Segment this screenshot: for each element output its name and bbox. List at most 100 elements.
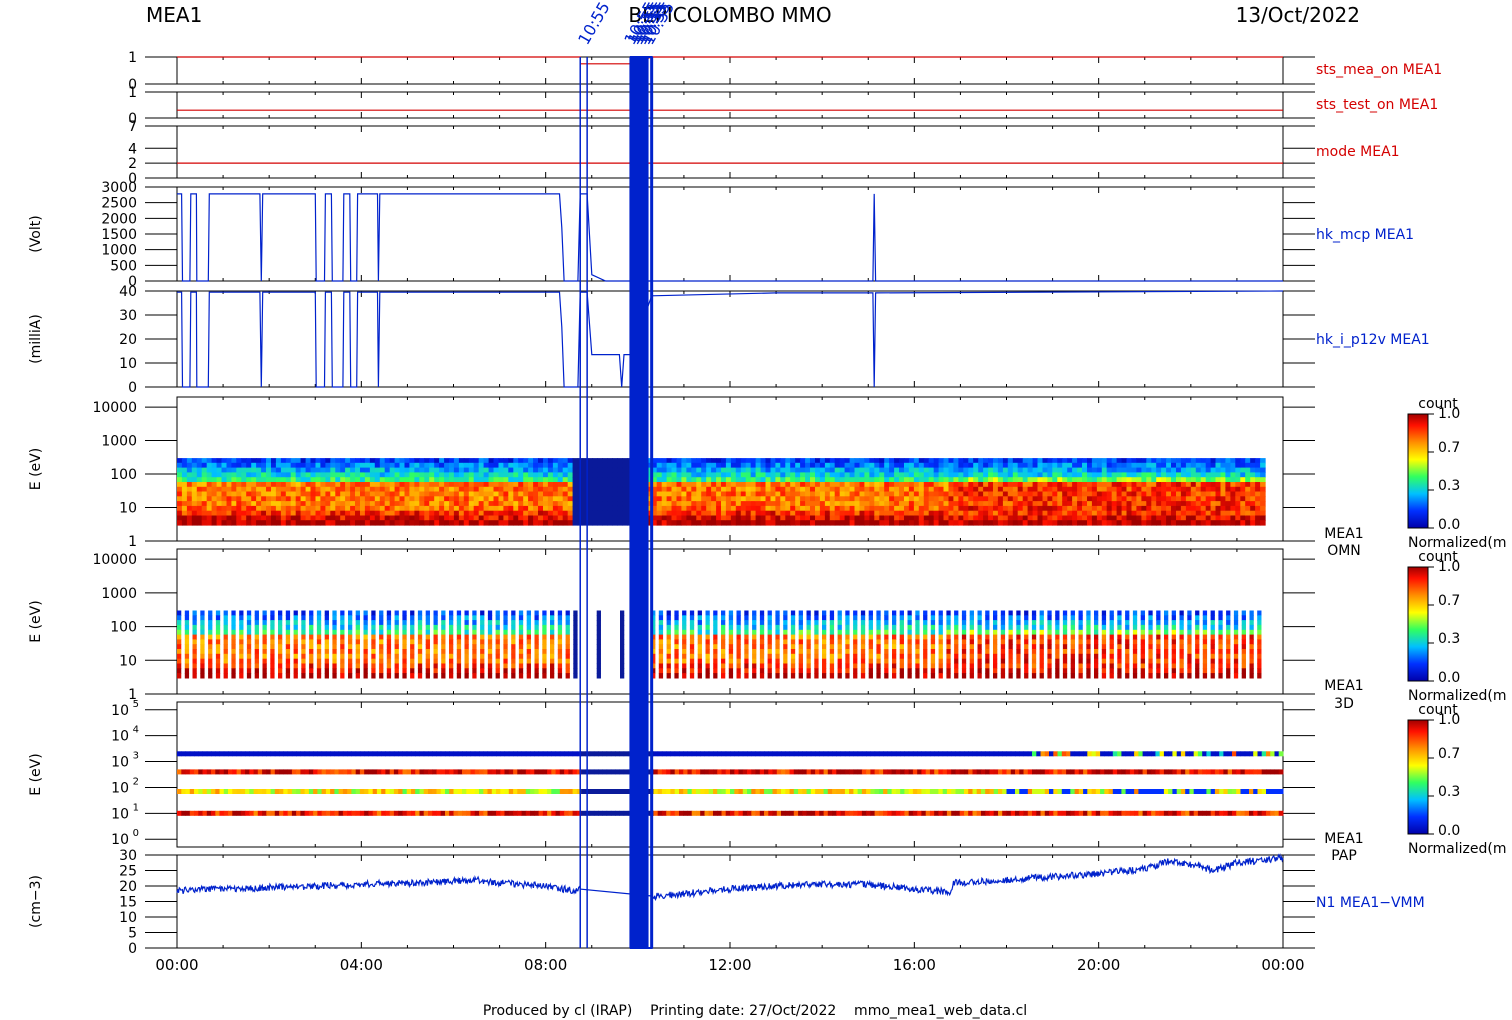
heatmap-cell <box>394 510 401 517</box>
heatmap-cell <box>755 482 762 488</box>
heatmap-cell <box>419 472 425 478</box>
heatmap-cell <box>386 663 392 669</box>
heatmap-cell <box>706 496 712 502</box>
heatmap-cell <box>946 624 951 631</box>
heatmap-cell <box>674 634 679 640</box>
heatmap-cell <box>433 629 438 636</box>
heatmap-cell <box>876 610 881 616</box>
heatmap-cell <box>251 496 257 502</box>
heatmap-cell <box>607 501 613 507</box>
heatmap-cell <box>1195 501 1202 507</box>
heatmap-cell <box>597 496 603 502</box>
heatmap-cell <box>602 510 608 517</box>
heatmap-cell <box>918 472 925 478</box>
heatmap-cell <box>725 510 732 517</box>
heatmap-cell <box>750 501 757 507</box>
heatmap-cell <box>348 658 353 665</box>
heatmap-cell <box>266 477 272 483</box>
heatmap-cell <box>335 462 341 469</box>
heatmap-cell <box>829 668 835 674</box>
heatmap-cell <box>759 649 765 655</box>
heatmap-cell <box>1131 520 1138 526</box>
heatmap-cell <box>231 496 237 502</box>
heatmap-cell <box>410 649 415 655</box>
heatmap-cell <box>285 663 291 669</box>
heatmap-cell <box>1151 477 1157 483</box>
heatmap-cell <box>834 515 841 521</box>
header-right: 13/Oct/2022 <box>1236 3 1360 27</box>
heatmap-cell <box>689 644 695 650</box>
y-tick-label: 1000 <box>101 586 137 602</box>
heatmap-cell <box>730 458 737 464</box>
heatmap-cell <box>963 467 969 473</box>
heatmap-cell <box>755 477 762 483</box>
heatmap-cell <box>706 462 712 469</box>
y-tick-label: 500 <box>110 258 137 274</box>
heatmap-cell <box>760 467 767 473</box>
heatmap-cell <box>597 462 603 469</box>
heatmap-cell <box>1007 462 1014 469</box>
heatmap-cell <box>1151 486 1157 493</box>
heatmap-cell <box>488 520 495 526</box>
heatmap-cell <box>954 629 959 636</box>
heatmap-cell <box>1136 462 1142 469</box>
heatmap-cell <box>814 620 819 626</box>
heatmap-cell <box>681 458 687 464</box>
heatmap-cell <box>750 458 757 464</box>
heatmap-cell <box>666 649 671 655</box>
heatmap-cell <box>384 501 391 507</box>
heatmap-cell <box>954 634 959 640</box>
heatmap-cell <box>1042 467 1049 473</box>
heatmap-cell <box>933 458 940 464</box>
heatmap-cell <box>200 663 205 669</box>
heatmap-cell <box>869 477 875 483</box>
heatmap-cell <box>557 615 563 621</box>
heatmap-cell <box>806 658 811 665</box>
heatmap-cell <box>824 510 831 517</box>
heatmap-cell <box>985 658 990 665</box>
heatmap-cell <box>913 462 920 469</box>
heatmap-cell <box>874 496 880 502</box>
heatmap-cell <box>290 510 297 517</box>
heatmap-cell <box>829 510 836 517</box>
heatmap-cell <box>671 515 678 521</box>
heatmap-cell <box>316 653 322 660</box>
heatmap-cell <box>493 496 500 502</box>
heatmap-cell <box>849 458 856 464</box>
heatmap-cell <box>765 510 772 517</box>
heatmap-cell <box>759 634 765 640</box>
heatmap-cell <box>473 486 480 493</box>
heatmap-cell <box>528 491 534 497</box>
heatmap-cell <box>946 658 951 665</box>
heatmap-cell <box>254 668 259 674</box>
heatmap-cell <box>767 658 772 665</box>
heatmap-cell <box>434 491 440 497</box>
heatmap-cell <box>1225 486 1231 493</box>
heatmap-cell <box>488 515 495 521</box>
panel-mode: 7420mode MEA1 <box>128 119 1399 187</box>
heatmap-cell <box>806 610 811 616</box>
heatmap-cell <box>849 505 856 512</box>
heatmap-cell <box>1195 505 1202 512</box>
heatmap-cell <box>565 620 570 626</box>
heatmap-cell <box>508 486 514 493</box>
heatmap-cell <box>508 505 514 512</box>
heatmap-cell <box>201 486 208 493</box>
heatmap-cell <box>876 653 881 660</box>
heatmap-cell <box>805 467 811 473</box>
heatmap-cell <box>1210 491 1217 497</box>
heatmap-cell <box>1136 458 1142 464</box>
heatmap-cell <box>961 634 967 640</box>
heatmap-cell <box>1096 501 1103 507</box>
heatmap-cell <box>666 624 671 631</box>
heatmap-cell <box>419 491 425 497</box>
heatmap-cell <box>612 486 618 493</box>
heatmap-cell <box>983 501 989 507</box>
heatmap-cell <box>775 477 781 483</box>
heatmap-cell <box>783 673 788 679</box>
heatmap-cell <box>1190 515 1197 521</box>
heatmap-cell <box>246 668 252 674</box>
heatmap-cell <box>444 515 450 521</box>
heatmap-cell <box>889 515 895 521</box>
heatmap-cell <box>547 510 554 517</box>
